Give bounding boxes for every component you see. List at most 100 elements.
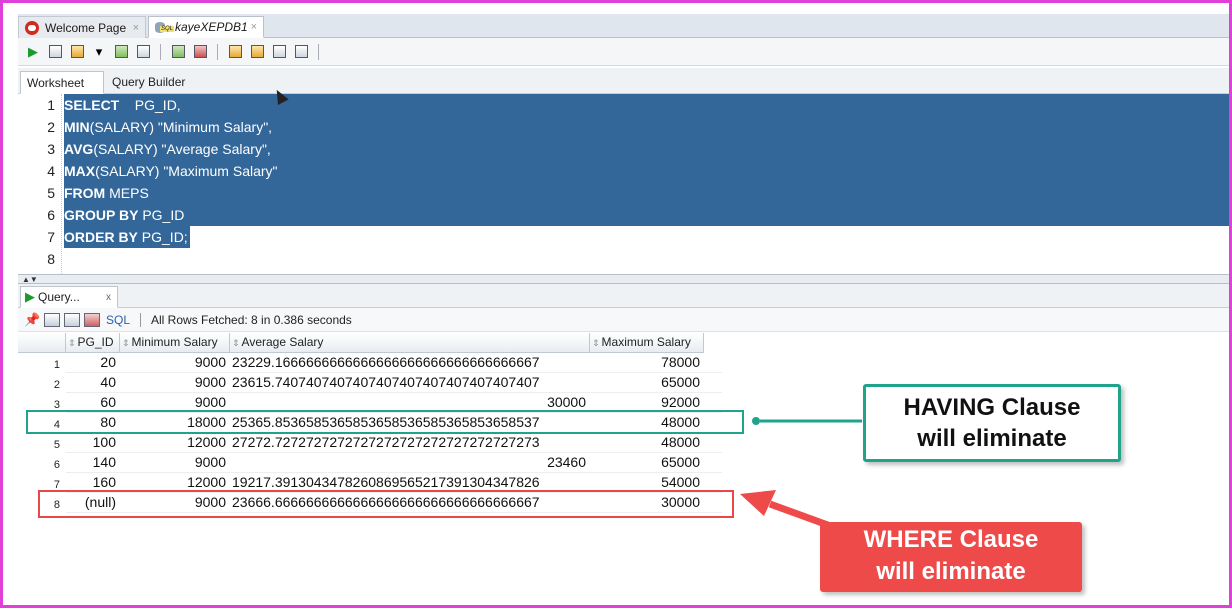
where-clause-callout: WHERE Clause will eliminate (820, 522, 1082, 592)
print-icon[interactable] (44, 312, 60, 327)
sql-tuning-icon[interactable] (134, 43, 152, 61)
having-clause-callout: HAVING Clause will eliminate (863, 384, 1121, 462)
unshared-sql-icon[interactable] (226, 43, 244, 61)
table-cell[interactable]: 12000 (120, 433, 230, 453)
callout-text: will eliminate (917, 425, 1067, 452)
table-cell[interactable]: 65000 (590, 453, 704, 473)
clear-eraser-icon[interactable] (248, 43, 266, 61)
column-header-pg-id[interactable]: ⇕ PG_ID (66, 333, 120, 353)
code-line[interactable]: MIN(SALARY) "Minimum Salary", (64, 116, 1229, 138)
oracle-logo-icon (25, 20, 39, 35)
commit-icon[interactable] (169, 43, 187, 61)
results-toolbar: 📌 SQL All Rows Fetched: 8 in 0.386 secon… (18, 308, 1229, 332)
sql-keyword: SELECT (64, 97, 120, 113)
tab-query-builder[interactable]: Query Builder (106, 71, 191, 94)
close-icon[interactable]: × (133, 22, 139, 34)
table-cell[interactable]: 9000 (120, 453, 230, 473)
sort-icon[interactable]: ⇕ (232, 338, 240, 348)
tab-worksheet[interactable]: Worksheet (20, 71, 104, 94)
row-number[interactable]: 5 (18, 433, 66, 453)
sql-keyword: MIN (64, 119, 90, 135)
table-cell[interactable]: 23615.7407407407407407407407407407407407 (230, 373, 590, 393)
toolbar-separator (160, 43, 161, 60)
export-icon[interactable] (84, 312, 100, 327)
editor-subtab-bar: Worksheet Query Builder (18, 68, 1229, 94)
sql-editor[interactable]: 12345678 SELECT PG_ID, MIN(SALARY) "Minim… (18, 94, 1229, 274)
tab-label: Welcome Page (45, 20, 127, 35)
sort-icon[interactable]: ⇕ (592, 338, 600, 348)
code-line[interactable]: GROUP BY PG_ID (64, 204, 1229, 226)
tab-label: Query... (38, 290, 80, 304)
close-icon[interactable]: × (251, 21, 257, 33)
table-cell[interactable]: 23229.1666666666666666666666666666666667 (230, 353, 590, 373)
toolbar-separator (217, 43, 218, 60)
table-cell[interactable]: 48000 (590, 433, 704, 453)
explain-plan-icon[interactable] (112, 43, 130, 61)
sql-text: MEPS (105, 185, 149, 201)
table-cell[interactable]: 27272.7272727272727272727272727272727273 (230, 433, 590, 453)
line-number: 3 (47, 141, 55, 157)
column-header-maximum-salary[interactable]: ⇕ Maximum Salary (590, 333, 704, 353)
code-line[interactable]: MAX(SALARY) "Maximum Salary" (64, 160, 1229, 182)
code-line[interactable]: FROM MEPS (64, 182, 1229, 204)
editor-results-splitter[interactable]: ▲▼ (18, 274, 1229, 284)
callout-text: WHERE Clause (863, 526, 1039, 553)
sql-history-icon[interactable] (270, 43, 288, 61)
tab-query-result[interactable]: ▶ Query... x (20, 286, 118, 308)
sql-keyword: GROUP BY (64, 207, 139, 223)
query-result-icon: ▶ (25, 289, 35, 304)
tab-welcome-page[interactable]: Welcome Page × (18, 16, 146, 38)
table-cell[interactable]: 9000 (120, 353, 230, 373)
sort-icon[interactable]: ⇕ (68, 338, 76, 348)
collapse-arrows-icon[interactable]: ▲▼ (22, 275, 38, 284)
column-header-average-salary[interactable]: ⇕ Average Salary (230, 333, 590, 353)
table-cell[interactable]: 78000 (590, 353, 704, 373)
pin-icon[interactable]: 📌 (24, 312, 40, 328)
results-tab-bar: ▶ Query... x (18, 284, 1229, 308)
run-script-icon[interactable] (46, 43, 64, 61)
close-icon[interactable]: x (106, 292, 111, 303)
fetch-status: All Rows Fetched: 8 in 0.386 seconds (151, 312, 352, 327)
line-number: 1 (47, 97, 55, 113)
format-case-icon[interactable] (292, 43, 310, 61)
sql-button[interactable]: SQL (106, 313, 130, 327)
dropdown-arrow-icon[interactable]: ▾ (90, 43, 108, 61)
having-highlight-box (26, 410, 744, 434)
callout-text: will eliminate (876, 558, 1026, 585)
sql-text: (SALARY) "Maximum Salary" (95, 163, 278, 179)
toolbar-separator (140, 312, 142, 327)
line-number: 7 (47, 229, 55, 245)
tab-worksheet-connection[interactable]: kayeXEPDB1 × (148, 16, 264, 38)
line-number: 2 (47, 119, 55, 135)
row-number[interactable]: 1 (18, 353, 66, 373)
column-header-minimum-salary[interactable]: ⇕ Minimum Salary (120, 333, 230, 353)
sql-text: PG_ID (138, 207, 185, 223)
refresh-icon[interactable] (64, 312, 80, 327)
code-line[interactable]: SELECT PG_ID, (64, 94, 1229, 116)
code-line[interactable]: AVG(SALARY) "Average Salary", (64, 138, 1229, 160)
sql-keyword: FROM (64, 185, 106, 201)
document-tab-bar: Welcome Page × kayeXEPDB1 × (18, 14, 1229, 38)
tab-label: kayeXEPDB1 (175, 20, 248, 34)
table-cell[interactable]: 9000 (120, 373, 230, 393)
row-number[interactable]: 2 (18, 373, 66, 393)
rollback-icon[interactable] (191, 43, 209, 61)
row-number[interactable]: 6 (18, 453, 66, 473)
line-number: 5 (47, 185, 55, 201)
sort-icon[interactable]: ⇕ (122, 338, 130, 348)
line-number: 4 (47, 163, 55, 179)
table-cell[interactable]: 20 (66, 353, 120, 373)
table-cell[interactable]: 40 (66, 373, 120, 393)
sql-keyword: MAX (64, 163, 96, 179)
table-cell[interactable]: 65000 (590, 373, 704, 393)
autotrace-icon[interactable] (68, 43, 86, 61)
code-line[interactable]: ORDER BY PG_ID; (64, 226, 190, 248)
column-header-label: Average Salary (241, 335, 324, 349)
sql-text: (SALARY) "Average Salary", (93, 141, 271, 157)
table-cell[interactable]: 23460 (230, 453, 590, 473)
table-cell[interactable]: 140 (66, 453, 120, 473)
column-header-label: Minimum Salary (131, 335, 218, 349)
callout-text: HAVING Clause (903, 394, 1081, 421)
run-statement-icon[interactable]: ▶ (24, 43, 42, 61)
table-cell[interactable]: 100 (66, 433, 120, 453)
